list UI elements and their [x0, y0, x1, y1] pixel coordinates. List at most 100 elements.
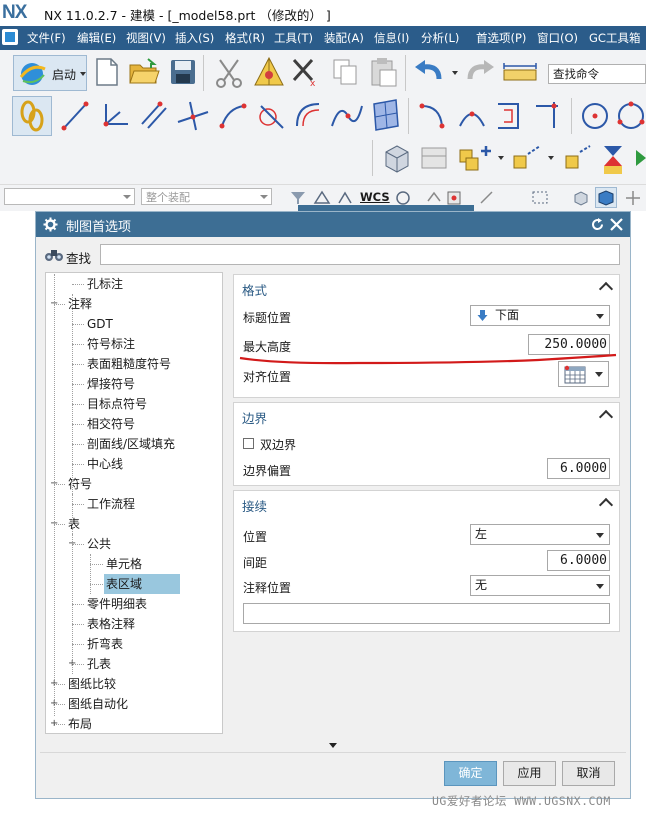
copy-icon[interactable] [332, 58, 358, 86]
box-select-icon[interactable] [531, 189, 549, 206]
move-component-dropdown-icon[interactable] [548, 156, 554, 160]
menu-format[interactable]: 格式(R) [225, 30, 265, 46]
command-search-box[interactable]: 查找命令 [548, 64, 646, 84]
bridge-curve-icon[interactable] [456, 100, 488, 132]
collapse-format-icon[interactable] [598, 281, 614, 297]
cancel-button[interactable]: 取消 [562, 761, 615, 786]
line-icon[interactable] [60, 100, 90, 132]
menu-gc-toolbox[interactable]: GC工具箱 [589, 30, 640, 46]
app-menu-icon[interactable] [2, 29, 18, 45]
circle-3point-icon[interactable] [616, 100, 646, 132]
conic-curve-icon[interactable] [293, 100, 325, 132]
assembly-sequence-icon[interactable] [598, 142, 628, 176]
point-on-curve-icon[interactable] [218, 100, 248, 132]
tree-item[interactable]: 中心线 [87, 454, 123, 474]
menu-file[interactable]: 文件(F) [27, 30, 66, 46]
filter-icon[interactable] [289, 189, 307, 206]
assembly-navigator-icon[interactable] [382, 142, 412, 174]
tree-item[interactable]: 焊接符号 [87, 374, 135, 394]
part-navigator-icon[interactable] [252, 55, 286, 89]
spline-icon[interactable] [330, 100, 364, 132]
ok-button[interactable]: 确定 [444, 761, 497, 786]
play-icon[interactable] [634, 148, 646, 168]
reset-icon[interactable] [590, 217, 605, 232]
tree-item[interactable]: 图纸自动化 [68, 694, 128, 714]
offset-curve-icon[interactable] [494, 100, 526, 132]
spacing-input[interactable]: 6.0000 [547, 550, 610, 571]
preferences-tree[interactable]: 孔标注 注释 − GDT 符号标注 表面粗糙度符号 焊接符号 目标点符号 相交符号 剖面线/区域填… [45, 272, 223, 734]
tree-item[interactable]: 目标点符号 [87, 394, 147, 414]
surface-grid-icon[interactable] [370, 98, 402, 132]
tree-item[interactable]: 符号标注 [87, 334, 135, 354]
tree-item[interactable]: 孔表 [87, 654, 111, 674]
tree-item[interactable]: 相交符号 [87, 414, 135, 434]
snap-intent-icon[interactable] [313, 189, 331, 206]
tree-item[interactable]: 公共 [87, 534, 111, 554]
border-group-title[interactable]: 边界 [242, 408, 267, 427]
type-filter-combo[interactable] [4, 188, 135, 205]
tree-item[interactable]: 表面粗糙度符号 [87, 354, 171, 374]
menu-analysis[interactable]: 分析(L) [421, 30, 459, 46]
double-border-checkbox[interactable] [243, 438, 254, 449]
border-offset-input[interactable]: 6.0000 [547, 458, 610, 479]
open-folder-icon[interactable] [128, 57, 160, 87]
snap-undo-icon[interactable] [424, 189, 442, 206]
close-icon[interactable] [610, 218, 623, 231]
save-icon[interactable] [170, 59, 196, 85]
add-component-dropdown-icon[interactable] [498, 156, 504, 160]
format-group-title[interactable]: 格式 [242, 280, 267, 299]
tree-item[interactable]: 布局 [68, 714, 92, 733]
parallel-lines-icon[interactable] [138, 100, 168, 132]
note-position-select[interactable]: 无 [470, 575, 610, 596]
menu-tools[interactable]: 工具(T) [274, 30, 313, 46]
arc-icon[interactable] [418, 100, 448, 132]
perpendicular-line-icon[interactable] [176, 100, 210, 132]
orient-wcs-icon[interactable] [336, 189, 354, 206]
wcs-label[interactable]: WCS [360, 190, 390, 204]
shaded-view-icon[interactable] [572, 189, 590, 206]
undo-dropdown-icon[interactable] [452, 71, 458, 75]
expand-more-icon[interactable] [329, 743, 337, 748]
apply-button[interactable]: 应用 [503, 761, 556, 786]
snap-point-toggle[interactable] [12, 96, 52, 136]
tree-item[interactable]: 折弯表 [87, 634, 123, 654]
mirror-assembly-icon[interactable] [562, 142, 594, 174]
snap-point-icon[interactable] [445, 189, 463, 206]
tree-item[interactable]: 孔标注 [87, 274, 123, 294]
circle-tangent-icon[interactable] [255, 100, 287, 132]
assembly-constraint-icon[interactable] [418, 142, 450, 174]
menu-insert[interactable]: 插入(S) [175, 30, 214, 46]
tree-item[interactable]: 剖面线/区域填充 [87, 434, 175, 454]
expand-node-icon[interactable]: + [50, 719, 58, 729]
undo-icon[interactable] [413, 59, 443, 85]
menu-information[interactable]: 信息(I) [374, 30, 409, 46]
menu-preferences[interactable]: 首选项(P) [476, 30, 526, 46]
menu-assembly[interactable]: 装配(A) [324, 30, 364, 46]
measure-distance-icon[interactable] [502, 62, 538, 84]
tree-item[interactable]: 工作流程 [87, 494, 135, 514]
menu-view[interactable]: 视图(V) [126, 30, 166, 46]
snap-settings-icon[interactable] [624, 189, 642, 206]
tree-item[interactable]: 图纸比较 [68, 674, 116, 694]
datum-csys-icon[interactable] [98, 100, 132, 132]
shaded-with-edges-toggle[interactable] [595, 187, 617, 208]
tree-item[interactable]: 零件明细表 [87, 594, 147, 614]
caption-position-select[interactable]: 下面 [470, 305, 610, 326]
tree-item[interactable]: GDT [87, 314, 113, 334]
move-component-icon[interactable] [510, 142, 546, 174]
start-button[interactable]: 启动 [13, 55, 87, 91]
search-input[interactable] [100, 244, 620, 265]
tree-item[interactable]: 表格注释 [87, 614, 135, 634]
paste-icon[interactable] [368, 56, 398, 88]
tree-item[interactable]: 单元格 [106, 554, 142, 574]
cut-icon[interactable] [212, 56, 246, 88]
menu-edit[interactable]: 编辑(E) [77, 30, 116, 46]
redo-icon[interactable] [466, 59, 496, 85]
collapse-continuation-icon[interactable] [598, 497, 614, 513]
menu-window[interactable]: 窗口(O) [537, 30, 578, 46]
selection-scope-combo[interactable]: 整个装配 [141, 188, 272, 205]
circle-icon[interactable] [580, 100, 610, 132]
trim-corner-icon[interactable] [532, 100, 564, 132]
add-component-icon[interactable] [456, 142, 496, 174]
tree-item[interactable]: 表 [68, 514, 80, 534]
